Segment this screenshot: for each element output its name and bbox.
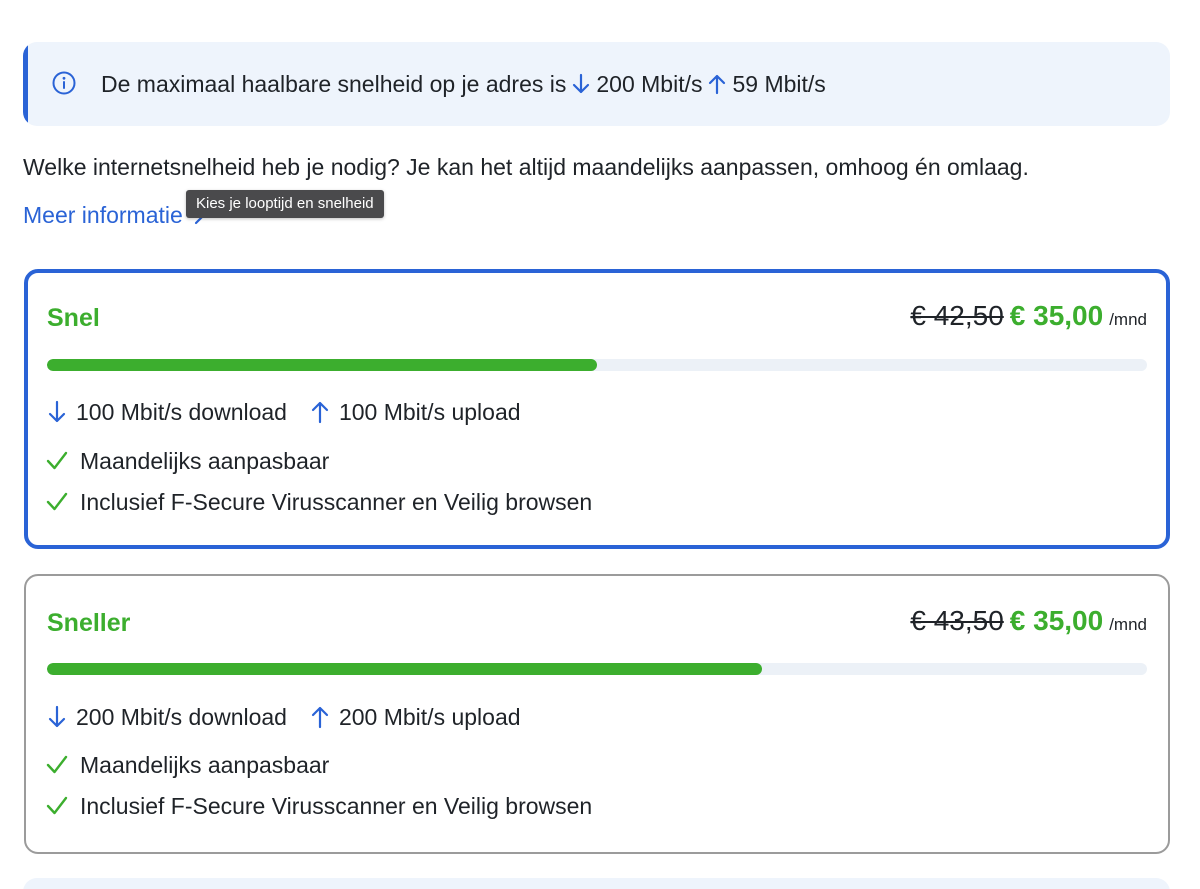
tooltip: Kies je looptijd en snelheid	[186, 190, 384, 218]
banner-accent-bar	[23, 42, 28, 126]
checkmark-icon	[46, 796, 68, 815]
checkmark-icon	[46, 492, 68, 511]
feature-label: Inclusief F-Secure Virusscanner en Veili…	[80, 489, 593, 515]
price-block: € 42,50 € 35,00/mnd	[910, 299, 1147, 338]
arrow-down-icon	[573, 73, 590, 94]
price-unit: /mnd	[1109, 310, 1147, 329]
more-info-label: Meer informatie	[23, 202, 183, 228]
arrow-down-icon	[48, 400, 66, 423]
download-speed: 200 Mbit/s download	[76, 704, 287, 730]
speed-row: 200 Mbit/s download 200 Mbit/s upload	[46, 703, 521, 731]
feature-label: Maandelijks aanpasbaar	[80, 752, 330, 778]
feature-label: Maandelijks aanpasbaar	[80, 448, 330, 474]
plan-name: Snel	[47, 304, 100, 332]
feature-item: Maandelijks aanpasbaar	[46, 751, 329, 779]
banner-text: De maximaal haalbare snelheid op je adre…	[101, 70, 826, 98]
old-price: € 42,50	[910, 300, 1004, 331]
upload-speed: 100 Mbit/s upload	[338, 399, 521, 425]
checkmark-icon	[46, 755, 68, 774]
checkmark-icon	[46, 451, 68, 470]
speed-question: Welke internetsnelheid heb je nodig? Je …	[23, 154, 1029, 180]
banner-download-speed: 200 Mbit/s	[596, 71, 703, 97]
download-speed: 100 Mbit/s download	[76, 399, 287, 425]
plan-name: Sneller	[47, 609, 131, 637]
arrow-up-icon	[311, 401, 329, 424]
speed-bar-fill	[47, 359, 597, 371]
speed-bar-track	[47, 663, 1147, 675]
feature-item: Maandelijks aanpasbaar	[46, 447, 329, 475]
arrow-down-icon	[48, 705, 66, 728]
price-unit: /mnd	[1109, 615, 1147, 634]
banner-text-prefix: De maximaal haalbare snelheid op je adre…	[101, 71, 567, 97]
upload-speed: 200 Mbit/s upload	[338, 704, 521, 730]
feature-label: Inclusief F-Secure Virusscanner en Veili…	[80, 793, 593, 819]
next-card-peek	[23, 878, 1170, 889]
info-circle-icon	[52, 71, 76, 95]
arrow-up-icon	[311, 706, 329, 729]
banner-upload-speed: 59 Mbit/s	[732, 71, 826, 97]
feature-item: Inclusief F-Secure Virusscanner en Veili…	[46, 488, 592, 516]
speed-row: 100 Mbit/s download 100 Mbit/s upload	[46, 398, 521, 426]
new-price: € 35,00	[1009, 300, 1104, 331]
old-price: € 43,50	[910, 605, 1004, 636]
feature-item: Inclusief F-Secure Virusscanner en Veili…	[46, 792, 592, 820]
speed-bar-fill	[47, 663, 762, 675]
price-block: € 43,50 € 35,00/mnd	[910, 604, 1147, 643]
new-price: € 35,00	[1009, 605, 1104, 636]
arrow-up-icon	[709, 74, 726, 95]
more-info-link[interactable]: Meer informatie	[23, 201, 209, 229]
speed-bar-track	[47, 359, 1147, 371]
